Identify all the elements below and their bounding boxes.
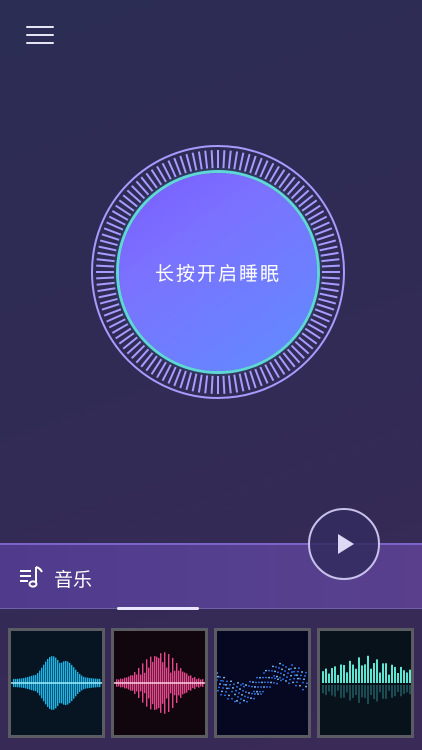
teal-equalizer-image <box>320 631 411 735</box>
sound-list <box>8 628 414 738</box>
sleep-dial: 长按开启睡眠 <box>88 142 348 402</box>
pink-waveform-image <box>114 631 205 735</box>
play-icon <box>338 534 354 554</box>
menu-button[interactable] <box>26 26 54 46</box>
sleep-label: 长按开启睡眠 <box>154 262 281 285</box>
sound-item-pink-wave[interactable] <box>111 628 208 738</box>
play-button[interactable] <box>308 508 380 580</box>
blue-particle-wave-image <box>217 631 308 735</box>
sound-item-blue-particles[interactable] <box>214 628 311 738</box>
sound-item-cyan-wave[interactable] <box>8 628 105 738</box>
long-press-sleep-button[interactable]: 长按开启睡眠 <box>119 173 317 371</box>
sound-item-teal-equalizer[interactable] <box>317 628 414 738</box>
hamburger-menu-icon <box>26 26 54 44</box>
cyan-waveform-image <box>11 631 102 735</box>
music-note-list-icon <box>20 566 43 588</box>
page-indicator <box>117 607 199 610</box>
music-label: 音乐 <box>54 569 93 591</box>
divider <box>0 608 422 609</box>
